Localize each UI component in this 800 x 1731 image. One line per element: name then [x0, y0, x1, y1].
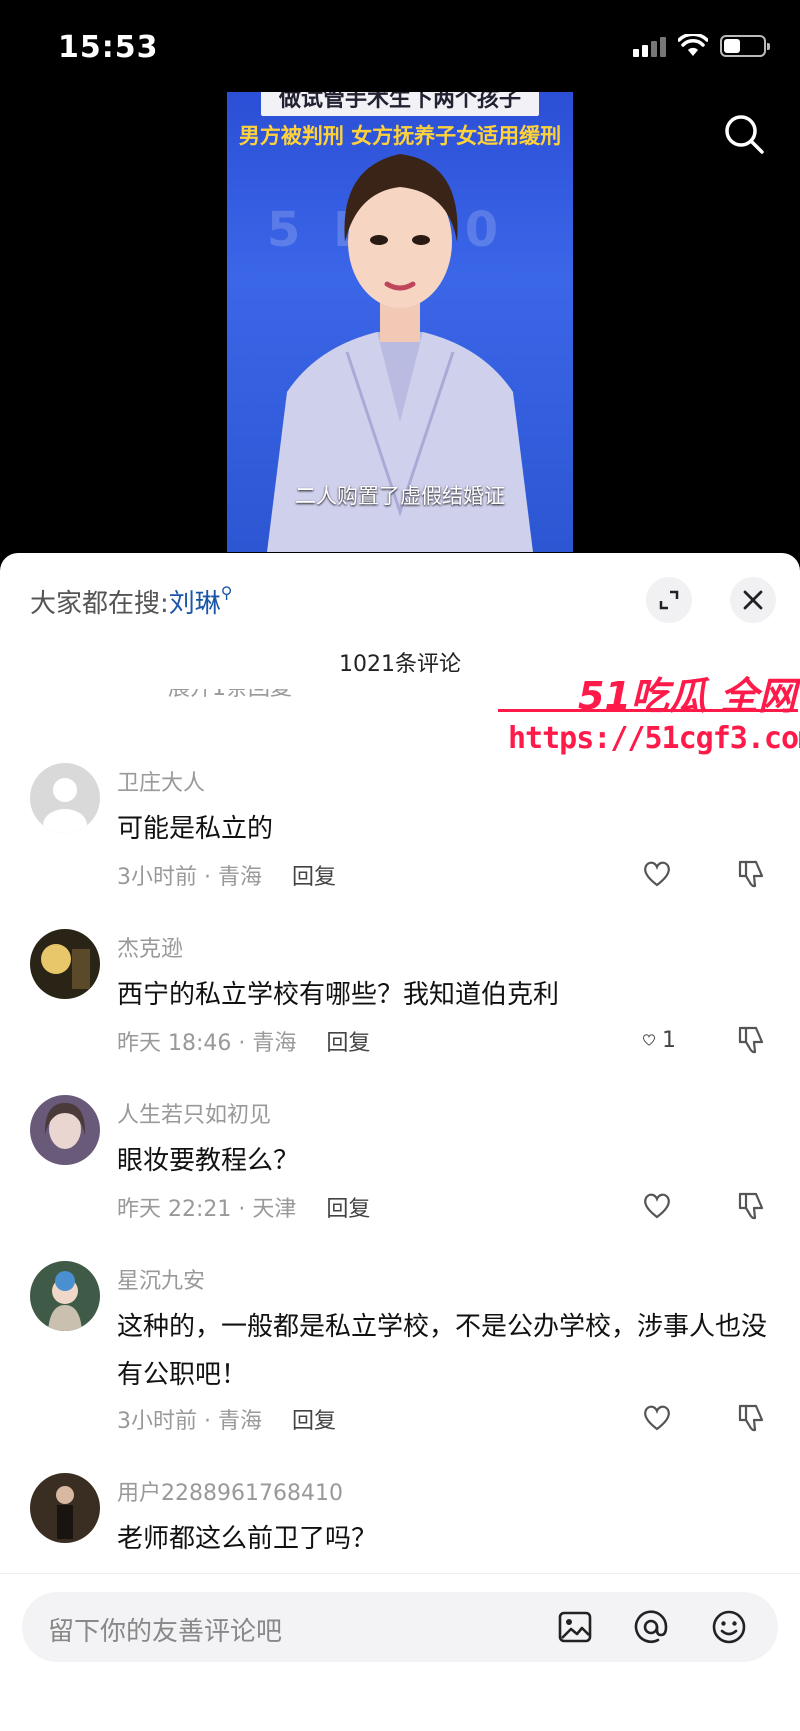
expand-button[interactable]	[646, 577, 692, 623]
mention-icon[interactable]	[632, 1608, 670, 1646]
video-subtitle: 二人购置了虚假结婚证	[295, 484, 505, 508]
like-button[interactable]: 1	[642, 1023, 676, 1057]
comment-meta: 昨天 18:46 · 青海 回复	[117, 1025, 370, 1057]
reply-button[interactable]: 回复	[292, 865, 336, 890]
small-search-icon: ⚲	[220, 583, 233, 602]
heart-icon	[644, 861, 670, 887]
comment-text: 可能是私立的	[117, 814, 274, 844]
status-time: 15:53	[58, 30, 159, 65]
avatar[interactable]	[30, 1261, 100, 1331]
heart-icon	[642, 1034, 656, 1046]
like-button[interactable]	[642, 1401, 676, 1435]
avatar[interactable]	[30, 929, 100, 999]
hot-search-label: 大家都在搜:	[30, 589, 169, 619]
watermark-url: https://51cgf3.com	[508, 721, 800, 756]
comment-author[interactable]: 星沉九安	[117, 1263, 205, 1295]
emoji-icon[interactable]	[710, 1608, 748, 1646]
close-button[interactable]	[730, 577, 776, 623]
cellular-signal-icon	[633, 35, 666, 57]
comment-input-placeholder: 留下你的友善评论吧	[48, 1617, 283, 1647]
comment-time-location: 昨天 22:21 · 天津	[117, 1197, 297, 1222]
reply-button[interactable]: 回复	[326, 1031, 370, 1056]
comment-author[interactable]: 人生若只如初见	[117, 1097, 271, 1129]
comment-author[interactable]: 卫庄大人	[117, 765, 205, 797]
comment-text: 西宁的私立学校有哪些？我知道伯克利	[117, 980, 560, 1010]
comment-meta: 3小时前 · 青海 回复	[117, 859, 336, 891]
hot-search-keyword[interactable]: 刘琳	[169, 589, 221, 619]
like-button[interactable]	[642, 1189, 676, 1223]
thumbs-down-icon[interactable]	[734, 857, 768, 891]
thumbs-down-icon[interactable]	[734, 1189, 768, 1223]
status-icons	[633, 34, 770, 58]
comment-time-location: 昨天 18:46 · 青海	[117, 1031, 297, 1056]
avatar[interactable]	[30, 1473, 100, 1543]
comment-input-bar: 留下你的友善评论吧	[0, 1573, 800, 1731]
expand-icon	[659, 590, 679, 610]
reply-button[interactable]: 回复	[292, 1409, 336, 1434]
comment-text: 眼妆要教程么？	[117, 1146, 300, 1176]
heart-icon	[644, 1405, 670, 1431]
wifi-icon	[678, 34, 708, 56]
video-player[interactable]: 5 E 2 0 做试管手术生下两个孩子 男方被判刑 女方抚养子女适用缓刑 二人购…	[227, 92, 573, 552]
comment-input[interactable]: 留下你的友善评论吧	[22, 1592, 778, 1662]
comment-time-location: 3小时前 · 青海	[117, 1409, 262, 1434]
watermark-logo: 51吃瓜 全网首发 https://51cgf3.com	[498, 665, 800, 761]
comment-time-location: 3小时前 · 青海	[117, 865, 262, 890]
battery-icon	[720, 35, 770, 57]
comment-author[interactable]: 用户2288961768410	[117, 1475, 343, 1507]
expand-replies-link[interactable]: 展开1条回复	[168, 689, 292, 703]
comment-sheet-header: 大家都在搜:刘琳⚲ 1021条评论 展开1条回复 51吃瓜 全网首发 https…	[0, 553, 800, 756]
comment-sheet: 大家都在搜:刘琳⚲ 1021条评论 展开1条回复 51吃瓜 全网首发 https…	[0, 553, 800, 1731]
comment-text: 老师都这么前卫了吗？	[117, 1524, 378, 1554]
status-bar: 15:53	[0, 0, 800, 92]
comment-meta: 3小时前 · 青海 回复	[117, 1403, 336, 1435]
video-title-box: 做试管手术生下两个孩子	[261, 92, 539, 116]
image-icon[interactable]	[556, 1608, 594, 1646]
thumbs-down-icon[interactable]	[734, 1401, 768, 1435]
thumbs-down-icon[interactable]	[734, 1023, 768, 1057]
search-icon[interactable]	[722, 112, 766, 156]
like-button[interactable]	[642, 857, 676, 891]
like-count: 1	[662, 1027, 676, 1053]
comment-author[interactable]: 杰克逊	[117, 931, 183, 963]
avatar[interactable]	[30, 763, 100, 833]
hot-search[interactable]: 大家都在搜:刘琳⚲	[30, 583, 233, 620]
heart-icon	[644, 1193, 670, 1219]
video-headline: 男方被判刑 女方抚养子女适用缓刑	[238, 124, 562, 148]
comment-text: 这种的，一般都是私立学校，不是公办学校，涉事人也没有公职吧！	[117, 1312, 768, 1390]
watermark-line	[498, 709, 798, 712]
comment-meta: 昨天 22:21 · 天津 回复	[117, 1191, 370, 1223]
close-icon	[743, 590, 763, 610]
avatar[interactable]	[30, 1095, 100, 1165]
reply-button[interactable]: 回复	[326, 1197, 370, 1222]
